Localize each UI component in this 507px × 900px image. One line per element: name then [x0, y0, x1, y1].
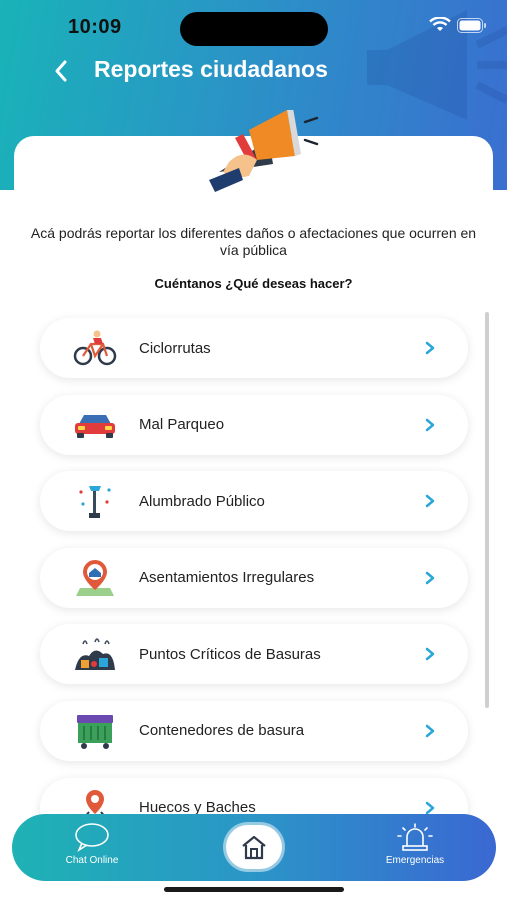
menu-item-alumbrado-publico[interactable]: Alumbrado Público [40, 471, 468, 532]
garbage-pile-icon [72, 634, 118, 674]
intro-text: Acá podrás reportar los diferentes daños… [30, 225, 477, 258]
chevron-right-icon [425, 494, 435, 508]
menu-item-mal-parqueo[interactable]: Mal Parqueo [40, 394, 468, 455]
menu-item-puntos-criticos[interactable]: Puntos Críticos de Basuras [40, 624, 468, 685]
home-button[interactable] [226, 825, 282, 870]
chevron-right-icon [425, 341, 435, 355]
battery-icon [457, 17, 486, 33]
chevron-right-icon [425, 724, 435, 738]
scrollbar[interactable] [485, 312, 489, 708]
nav-chat-label: Chat Online [65, 855, 119, 866]
bicycle-icon [72, 328, 118, 368]
streetlight-icon [72, 481, 118, 521]
main-card: Acá podrás reportar los diferentes daños… [14, 110, 493, 838]
nav-emergencias[interactable]: Emergencias [360, 822, 470, 866]
menu-item-label: Asentamientos Irregulares [139, 569, 315, 587]
bottom-navigation: Chat Online Emergencias [12, 814, 496, 881]
car-icon [72, 405, 118, 445]
status-icons [429, 17, 487, 33]
chevron-right-icon [425, 571, 435, 585]
chevron-right-icon [425, 418, 435, 431]
menu-item-label: Alumbrado Público [139, 492, 265, 510]
chat-bubble-icon [75, 823, 109, 852]
house-pin-icon [72, 558, 118, 598]
menu-item-label: Mal Parqueo [139, 416, 225, 434]
wifi-icon [429, 17, 451, 31]
home-circle [226, 825, 282, 869]
question-text: Cuéntanos ¿Qué deseas hacer? [154, 276, 353, 291]
back-button[interactable] [48, 56, 74, 86]
home-indicator [164, 887, 344, 892]
menu-item-asentamientos-irregulares[interactable]: Asentamientos Irregulares [40, 547, 468, 608]
megaphone-icon [209, 110, 319, 192]
siren-icon [397, 823, 433, 851]
report-options-list: Ciclorrutas Mal Parqueo Alumbrado Públic… [40, 318, 468, 854]
page-title: Reportes ciudadanos [94, 56, 328, 82]
menu-item-label: Puntos Críticos de Basuras [139, 645, 321, 663]
menu-item-label: Contenedores de basura [139, 722, 305, 740]
home-icon [242, 835, 266, 860]
dumpster-icon [72, 711, 118, 751]
chevron-right-icon [425, 648, 435, 661]
menu-item-contenedores[interactable]: Contenedores de basura [40, 700, 468, 761]
nav-emergencias-label: Emergencias [385, 855, 445, 866]
nav-chat-online[interactable]: Chat Online [37, 822, 147, 866]
status-time: 10:09 [68, 16, 122, 38]
menu-item-ciclorrutas[interactable]: Ciclorrutas [40, 318, 468, 378]
menu-item-label: Ciclorrutas [139, 339, 211, 357]
chevron-right-icon [425, 801, 435, 814]
camera-notch [180, 12, 328, 46]
chevron-left-icon [55, 60, 67, 82]
